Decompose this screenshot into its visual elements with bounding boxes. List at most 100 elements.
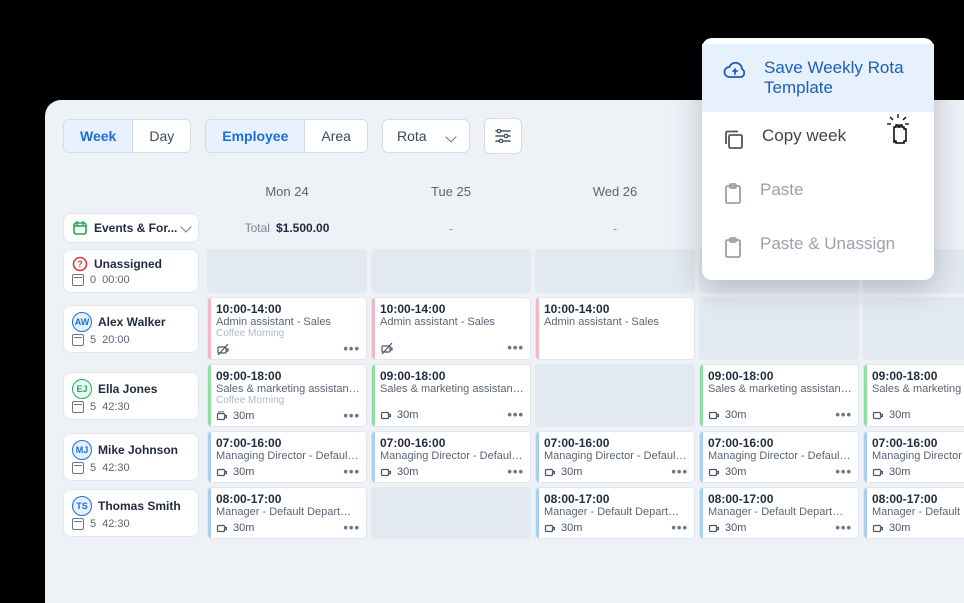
shift-cell[interactable]: 08:00-17:00Manager - Default Department3… (535, 487, 695, 539)
unassigned-row-header[interactable]: ? Unassigned 0 00:00 (63, 247, 205, 295)
day-header: Mon 24 (205, 174, 369, 209)
no-break-icon (216, 343, 230, 355)
break-icon (708, 522, 721, 533)
break-icon (544, 466, 557, 477)
calendar-small-icon (72, 462, 84, 474)
employee-button[interactable]: Employee (205, 119, 305, 153)
events-label: Events & For... (94, 221, 177, 235)
break-icon (216, 410, 229, 421)
shift-cell[interactable]: 10:00-14:00 Admin assistant - Sales (535, 297, 695, 360)
person-row-header[interactable]: TS Thomas Smith 5 42:30 (63, 485, 205, 541)
shift-cell[interactable]: 07:00-16:00Managing Director - Default D… (207, 431, 367, 483)
shift-menu-button[interactable]: ••• (835, 464, 852, 479)
person-name: Alex Walker (98, 315, 166, 329)
filter-button[interactable] (484, 118, 522, 154)
shift-menu-button[interactable]: ••• (507, 464, 524, 479)
shift-menu-button[interactable]: ••• (343, 464, 360, 479)
shift-menu-button[interactable]: ••• (343, 341, 360, 356)
empty-cell[interactable] (863, 297, 964, 360)
paste-menu-item[interactable]: Paste (702, 166, 934, 220)
shift-menu-button[interactable]: ••• (343, 408, 360, 423)
break-icon (380, 409, 393, 420)
shift-cell[interactable]: 07:00-16:00Managing Director - Default D… (371, 431, 531, 483)
avatar: TS (72, 496, 92, 516)
no-break-icon (380, 342, 394, 354)
person-name: Ella Jones (98, 382, 157, 396)
shift-cell[interactable]: 07:00-16:00Managing Director - Default D… (699, 431, 859, 483)
person-name: Thomas Smith (98, 499, 181, 513)
shift-cell[interactable]: 10:00-14:00 Admin assistant - Sales Coff… (207, 297, 367, 360)
break-icon (708, 409, 721, 420)
menu-item-label: Save Weekly Rota Template (764, 58, 914, 98)
shift-menu-button[interactable]: ••• (671, 464, 688, 479)
copy-icon (722, 128, 746, 152)
break-icon (216, 522, 229, 533)
shift-cell[interactable]: 09:00-18:00 Sales & marketing assistant … (207, 364, 367, 427)
shift-color-bar (208, 298, 211, 359)
group-toggle: Employee Area (205, 119, 368, 153)
menu-item-label: Paste (760, 180, 803, 200)
day-header: Wed 26 (533, 174, 697, 209)
break-icon (380, 466, 393, 477)
help-icon: ? (72, 256, 88, 272)
view-toggle: Week Day (63, 119, 191, 153)
total-cell: Total $1.500.00 (205, 209, 369, 247)
avatar: MJ (72, 440, 92, 460)
calendar-small-icon (72, 334, 84, 346)
area-button[interactable]: Area (304, 120, 367, 152)
empty-cell[interactable] (699, 297, 859, 360)
shift-menu-button[interactable]: ••• (835, 407, 852, 422)
events-cell: - (533, 209, 697, 247)
filter-icon (495, 129, 511, 143)
save-template-menu-item[interactable]: Save Weekly Rota Template (702, 44, 934, 112)
events-row-header[interactable]: Events & For... (63, 209, 205, 247)
calendar-small-icon (72, 274, 84, 286)
empty-cell[interactable] (535, 249, 695, 293)
break-icon (708, 466, 721, 477)
avatar: EJ (72, 379, 92, 399)
shift-cell[interactable]: 09:00-18:00 Sales & marketing assistant … (371, 364, 531, 427)
break-icon (544, 522, 557, 533)
empty-cell[interactable] (207, 249, 367, 293)
rota-select-label: Rota (397, 128, 427, 144)
chevron-down-icon (180, 221, 191, 232)
shift-cell[interactable]: 08:00-17:00Manager - Default Department3… (699, 487, 859, 539)
svg-text:?: ? (77, 259, 83, 269)
events-cell: - (369, 209, 533, 247)
shift-menu-button[interactable]: ••• (343, 520, 360, 535)
shift-menu-button[interactable]: ••• (671, 520, 688, 535)
paste-unassign-menu-item[interactable]: Paste & Unassign (702, 220, 934, 274)
shift-cell[interactable]: 08:00-17:00Manager - Default Department3… (207, 487, 367, 539)
calendar-small-icon (72, 401, 84, 413)
week-button[interactable]: Week (63, 119, 133, 153)
shift-cell[interactable]: 09:00-18:00 Sales & marketing assistant … (863, 364, 964, 427)
shift-cell[interactable]: 07:00-16:00Managing Director - Default D… (863, 431, 964, 483)
shift-cell[interactable]: 10:00-14:00 Admin assistant - Sales ••• (371, 297, 531, 360)
rota-select[interactable]: Rota (382, 119, 470, 153)
menu-item-label: Paste & Unassign (760, 234, 895, 254)
unassigned-label: Unassigned (94, 257, 162, 271)
shift-menu-button[interactable]: ••• (507, 407, 524, 422)
day-header: Tue 25 (369, 174, 533, 209)
shift-cell[interactable]: 07:00-16:00Managing Director - Default D… (535, 431, 695, 483)
calendar-small-icon (72, 518, 84, 530)
day-button[interactable]: Day (132, 120, 190, 152)
avatar: AW (72, 312, 92, 332)
pointer-cursor-icon (884, 112, 914, 146)
person-row-header[interactable]: MJ Mike Johnson 5 42:30 (63, 429, 205, 485)
empty-cell[interactable] (371, 487, 531, 539)
person-row-header[interactable]: EJ Ella Jones 5 42:30 (63, 362, 205, 429)
empty-cell[interactable] (535, 364, 695, 427)
calendar-icon (72, 220, 88, 236)
clipboard-icon (722, 182, 744, 206)
menu-item-label: Copy week (762, 126, 846, 146)
shift-menu-button[interactable]: ••• (835, 520, 852, 535)
shift-cell[interactable]: 08:00-17:00Manager - Default Department3… (863, 487, 964, 539)
empty-cell[interactable] (371, 249, 531, 293)
shift-cell[interactable]: 09:00-18:00 Sales & marketing assistant … (699, 364, 859, 427)
shift-menu-button[interactable]: ••• (507, 340, 524, 355)
person-row-header[interactable]: AW Alex Walker 5 20:00 (63, 295, 205, 362)
chevron-down-icon (447, 128, 455, 144)
person-name: Mike Johnson (98, 443, 178, 457)
cloud-upload-icon (722, 60, 748, 82)
